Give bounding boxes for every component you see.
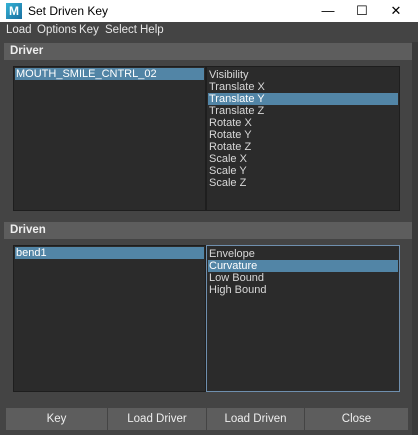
driven-attr-curvature[interactable]: Curvature (208, 260, 398, 272)
menu-select[interactable]: Select (105, 24, 137, 36)
driver-attr-rotate-x[interactable]: Rotate X (208, 117, 398, 129)
driver-attr-translate-x[interactable]: Translate X (208, 81, 398, 93)
driven-object-item[interactable]: bend1 (15, 247, 204, 259)
driver-attr-translate-y[interactable]: Translate Y (208, 93, 398, 105)
menu-load[interactable]: Load (6, 24, 32, 36)
load-driver-button[interactable]: Load Driver (108, 408, 206, 430)
driven-attr-envelope[interactable]: Envelope (208, 248, 398, 260)
driven-attr-high-bound[interactable]: High Bound (208, 284, 398, 296)
driver-attr-rotate-y[interactable]: Rotate Y (208, 129, 398, 141)
driver-section-header[interactable]: Driver (4, 43, 412, 60)
key-button[interactable]: Key (6, 408, 107, 430)
menu-bar: Load Options Key Select Help (0, 22, 418, 42)
window-title: Set Driven Key (28, 4, 109, 18)
driver-attr-rotate-z[interactable]: Rotate Z (208, 141, 398, 153)
menu-key[interactable]: Key (79, 24, 99, 36)
title-bar: M Set Driven Key — ☐ ✕ (0, 0, 418, 22)
menu-help[interactable]: Help (140, 24, 164, 36)
driver-attr-visibility[interactable]: Visibility (208, 69, 398, 81)
driver-attribute-list[interactable]: Visibility Translate X Translate Y Trans… (206, 66, 400, 211)
driver-attr-translate-z[interactable]: Translate Z (208, 105, 398, 117)
driver-attr-scale-x[interactable]: Scale X (208, 153, 398, 165)
driver-object-item[interactable]: MOUTH_SMILE_CNTRL_02 (15, 68, 204, 80)
driven-section-header[interactable]: Driven (4, 222, 412, 239)
window-edge (412, 42, 418, 435)
driver-attr-scale-z[interactable]: Scale Z (208, 177, 398, 189)
driver-object-list[interactable]: MOUTH_SMILE_CNTRL_02 (13, 66, 206, 211)
close-button[interactable]: Close (305, 408, 408, 430)
load-driven-button[interactable]: Load Driven (207, 408, 304, 430)
maya-app-icon: M (6, 3, 22, 19)
menu-options[interactable]: Options (37, 24, 77, 36)
driven-attribute-list[interactable]: Envelope Curvature Low Bound High Bound (206, 245, 400, 392)
driver-attr-scale-y[interactable]: Scale Y (208, 165, 398, 177)
driven-object-list[interactable]: bend1 (13, 245, 206, 392)
close-window-icon[interactable]: ✕ (374, 0, 418, 22)
driven-attr-low-bound[interactable]: Low Bound (208, 272, 398, 284)
